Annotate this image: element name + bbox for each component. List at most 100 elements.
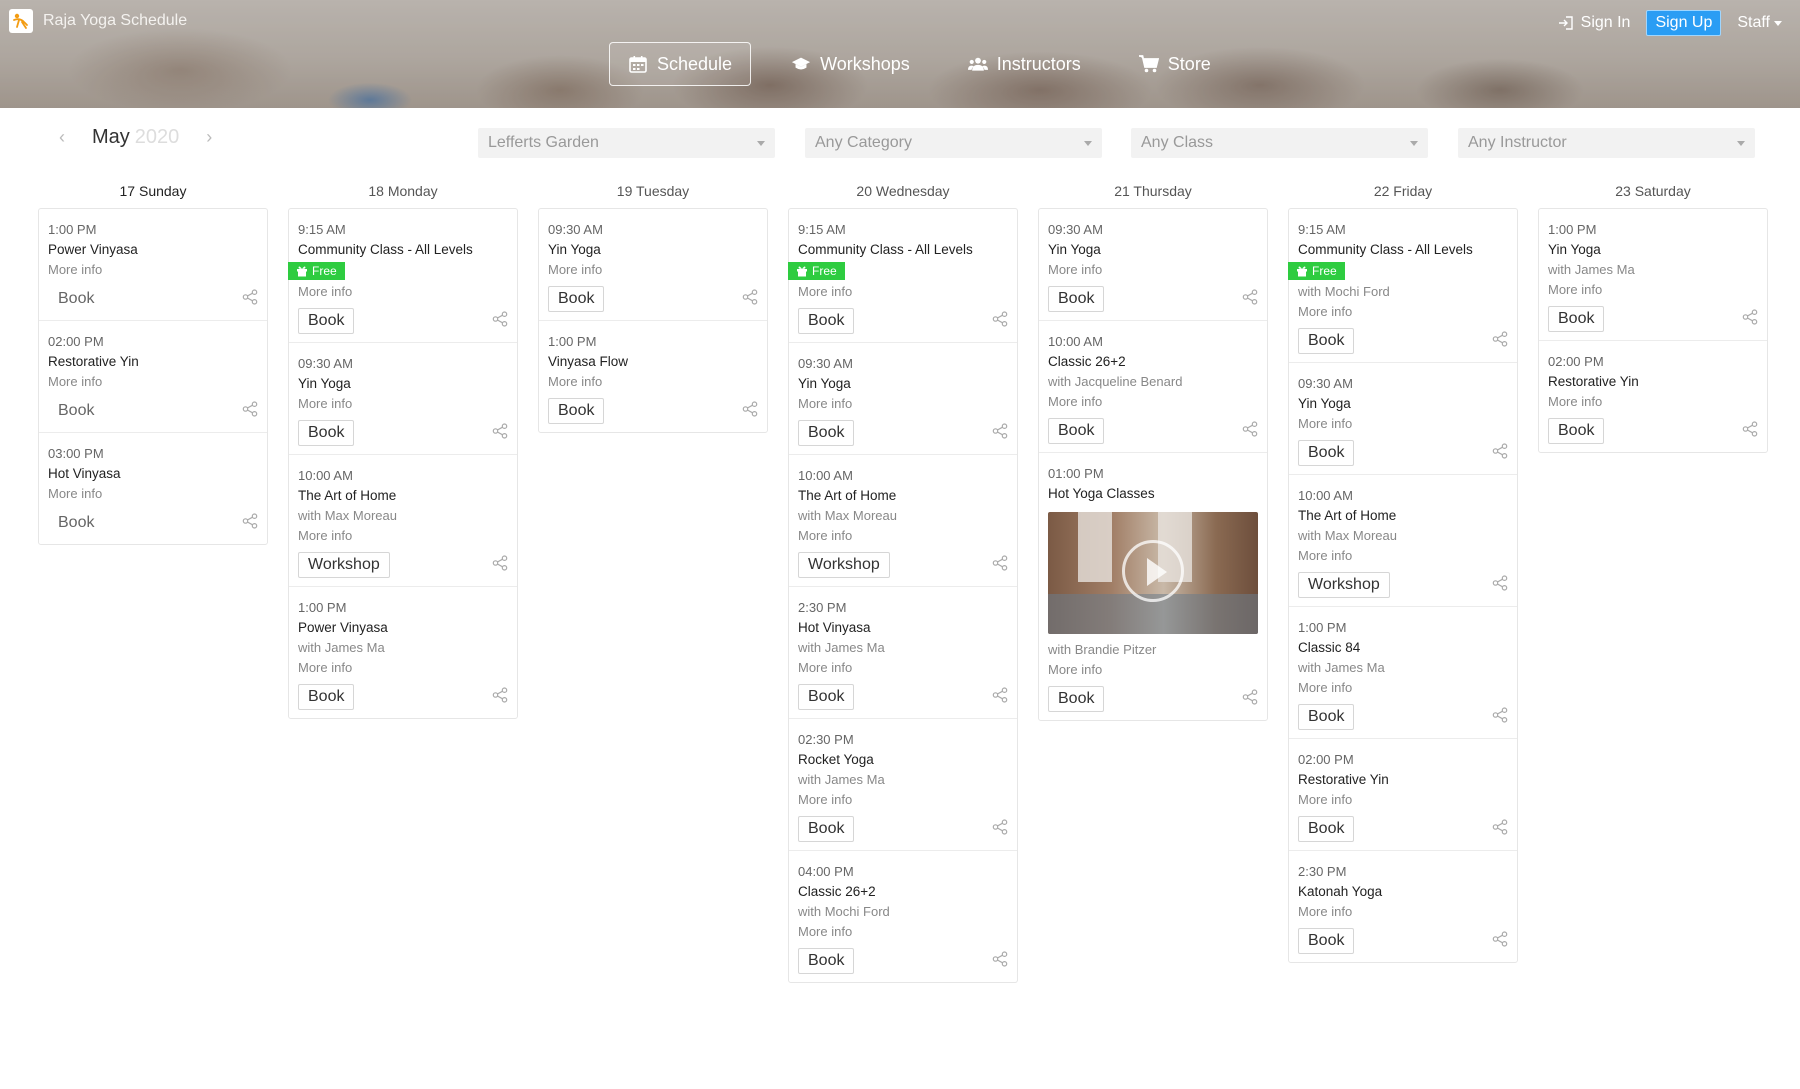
- share-icon[interactable]: [992, 554, 1008, 576]
- class-name[interactable]: Community Class - All Levels: [798, 240, 1008, 260]
- share-icon[interactable]: [992, 310, 1008, 332]
- more-info-link[interactable]: More info: [1298, 302, 1508, 322]
- more-info-link[interactable]: More info: [798, 282, 1008, 302]
- more-info-link[interactable]: More info: [1548, 280, 1758, 300]
- more-info-link[interactable]: More info: [1548, 392, 1758, 412]
- book-button[interactable]: Book: [1548, 306, 1605, 332]
- more-info-link[interactable]: More info: [1298, 902, 1508, 922]
- class-name[interactable]: Classic 26+2: [798, 882, 1008, 902]
- book-button[interactable]: Book: [1048, 686, 1105, 712]
- class-name[interactable]: Community Class - All Levels: [1298, 240, 1508, 260]
- staff-menu[interactable]: Staff: [1737, 14, 1782, 32]
- class-name[interactable]: Classic 26+2: [1048, 352, 1258, 372]
- more-info-link[interactable]: More info: [798, 526, 1008, 546]
- class-name[interactable]: The Art of Home: [798, 486, 1008, 506]
- class-name[interactable]: The Art of Home: [298, 486, 508, 506]
- class-name[interactable]: Hot Vinyasa: [48, 464, 258, 484]
- book-button[interactable]: Book: [798, 948, 855, 974]
- book-button[interactable]: Book: [798, 308, 855, 334]
- location-select[interactable]: Lefferts Garden: [478, 128, 775, 158]
- nav-workshops[interactable]: Workshops: [773, 43, 928, 85]
- class-name[interactable]: Vinyasa Flow: [548, 352, 758, 372]
- nav-schedule[interactable]: Schedule: [609, 42, 752, 86]
- more-info-link[interactable]: More info: [48, 372, 258, 392]
- sign-in-link[interactable]: Sign In: [1558, 14, 1630, 32]
- share-icon[interactable]: [1492, 818, 1508, 840]
- more-info-link[interactable]: More info: [298, 526, 508, 546]
- more-info-link[interactable]: More info: [1298, 678, 1508, 698]
- share-icon[interactable]: [492, 310, 508, 332]
- sign-up-button[interactable]: Sign Up: [1646, 10, 1722, 36]
- share-icon[interactable]: [492, 686, 508, 708]
- book-button[interactable]: Book: [48, 398, 105, 424]
- share-icon[interactable]: [242, 400, 258, 422]
- brand[interactable]: Raja Yoga Schedule: [9, 9, 187, 33]
- book-button[interactable]: Book: [48, 286, 105, 312]
- more-info-link[interactable]: More info: [298, 394, 508, 414]
- share-icon[interactable]: [992, 818, 1008, 840]
- book-button[interactable]: Book: [298, 308, 355, 334]
- more-info-link[interactable]: More info: [798, 790, 1008, 810]
- class-name[interactable]: Hot Yoga Classes: [1048, 484, 1258, 504]
- share-icon[interactable]: [1492, 706, 1508, 728]
- share-icon[interactable]: [242, 512, 258, 534]
- class-name[interactable]: Yin Yoga: [1298, 394, 1508, 414]
- book-button[interactable]: Book: [548, 286, 605, 312]
- book-button[interactable]: Book: [1298, 440, 1355, 466]
- more-info-link[interactable]: More info: [1048, 392, 1258, 412]
- share-icon[interactable]: [1492, 574, 1508, 596]
- share-icon[interactable]: [492, 554, 508, 576]
- share-icon[interactable]: [1492, 442, 1508, 464]
- share-icon[interactable]: [1492, 330, 1508, 352]
- nav-store[interactable]: Store: [1121, 43, 1229, 85]
- class-name[interactable]: Restorative Yin: [48, 352, 258, 372]
- more-info-link[interactable]: More info: [48, 484, 258, 504]
- class-name[interactable]: Yin Yoga: [798, 374, 1008, 394]
- book-button[interactable]: Book: [1548, 418, 1605, 444]
- share-icon[interactable]: [992, 950, 1008, 972]
- more-info-link[interactable]: More info: [1298, 790, 1508, 810]
- more-info-link[interactable]: More info: [798, 658, 1008, 678]
- class-name[interactable]: Power Vinyasa: [298, 618, 508, 638]
- class-name[interactable]: Yin Yoga: [298, 374, 508, 394]
- book-button[interactable]: Book: [48, 510, 105, 536]
- more-info-link[interactable]: More info: [48, 260, 258, 280]
- share-icon[interactable]: [242, 288, 258, 310]
- share-icon[interactable]: [992, 686, 1008, 708]
- share-icon[interactable]: [1492, 930, 1508, 952]
- share-icon[interactable]: [1742, 308, 1758, 330]
- share-icon[interactable]: [742, 400, 758, 422]
- book-button[interactable]: Book: [798, 420, 855, 446]
- book-button[interactable]: Book: [298, 420, 355, 446]
- class-name[interactable]: Community Class - All Levels: [298, 240, 508, 260]
- class-name[interactable]: Katonah Yoga: [1298, 882, 1508, 902]
- share-icon[interactable]: [992, 422, 1008, 444]
- more-info-link[interactable]: More info: [298, 282, 508, 302]
- class-name[interactable]: Restorative Yin: [1548, 372, 1758, 392]
- book-button[interactable]: Book: [1298, 816, 1355, 842]
- class-select[interactable]: Any Class: [1131, 128, 1428, 158]
- share-icon[interactable]: [1242, 688, 1258, 710]
- nav-instructors[interactable]: Instructors: [950, 43, 1099, 85]
- share-icon[interactable]: [742, 288, 758, 310]
- workshop-button[interactable]: Workshop: [1298, 572, 1390, 598]
- more-info-link[interactable]: More info: [798, 394, 1008, 414]
- next-month-icon[interactable]: ›: [199, 127, 219, 148]
- class-video-thumbnail[interactable]: [1048, 512, 1258, 634]
- prev-month-icon[interactable]: ‹: [52, 127, 72, 148]
- share-icon[interactable]: [492, 422, 508, 444]
- more-info-link[interactable]: More info: [798, 922, 1008, 942]
- class-name[interactable]: Yin Yoga: [1548, 240, 1758, 260]
- book-button[interactable]: Book: [1298, 704, 1355, 730]
- more-info-link[interactable]: More info: [1298, 546, 1508, 566]
- book-button[interactable]: Book: [1048, 286, 1105, 312]
- class-name[interactable]: Hot Vinyasa: [798, 618, 1008, 638]
- class-name[interactable]: Yin Yoga: [1048, 240, 1258, 260]
- more-info-link[interactable]: More info: [1048, 260, 1258, 280]
- category-select[interactable]: Any Category: [805, 128, 1102, 158]
- share-icon[interactable]: [1742, 420, 1758, 442]
- class-name[interactable]: Power Vinyasa: [48, 240, 258, 260]
- class-name[interactable]: The Art of Home: [1298, 506, 1508, 526]
- book-button[interactable]: Book: [798, 816, 855, 842]
- play-icon[interactable]: [1122, 540, 1184, 602]
